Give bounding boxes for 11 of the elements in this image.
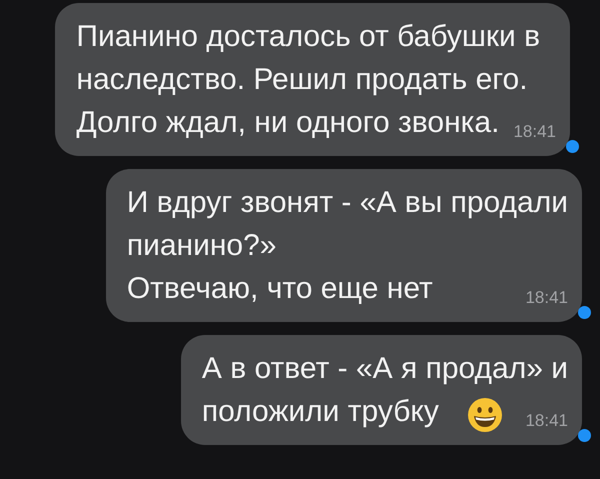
message-text: Пианино досталось от бабушки в <box>76 19 542 55</box>
message-text: А в ответ - «А я продал» и <box>202 351 568 387</box>
message-text: И вдруг звонят - «А вы продали <box>126 185 568 221</box>
message-text: положили трубку <box>202 394 439 430</box>
message-text: Отвечаю, что еще нет <box>126 271 433 307</box>
message-text: пианино?» <box>126 228 278 264</box>
message-time: 18:41 <box>513 122 556 143</box>
message-time: 18:41 <box>525 288 568 309</box>
message-text: наследство. Решил продать его. <box>76 62 529 98</box>
message-text: Долго ждал, ни одного звонка. <box>76 105 500 141</box>
message-time: 18:41 <box>525 411 568 432</box>
